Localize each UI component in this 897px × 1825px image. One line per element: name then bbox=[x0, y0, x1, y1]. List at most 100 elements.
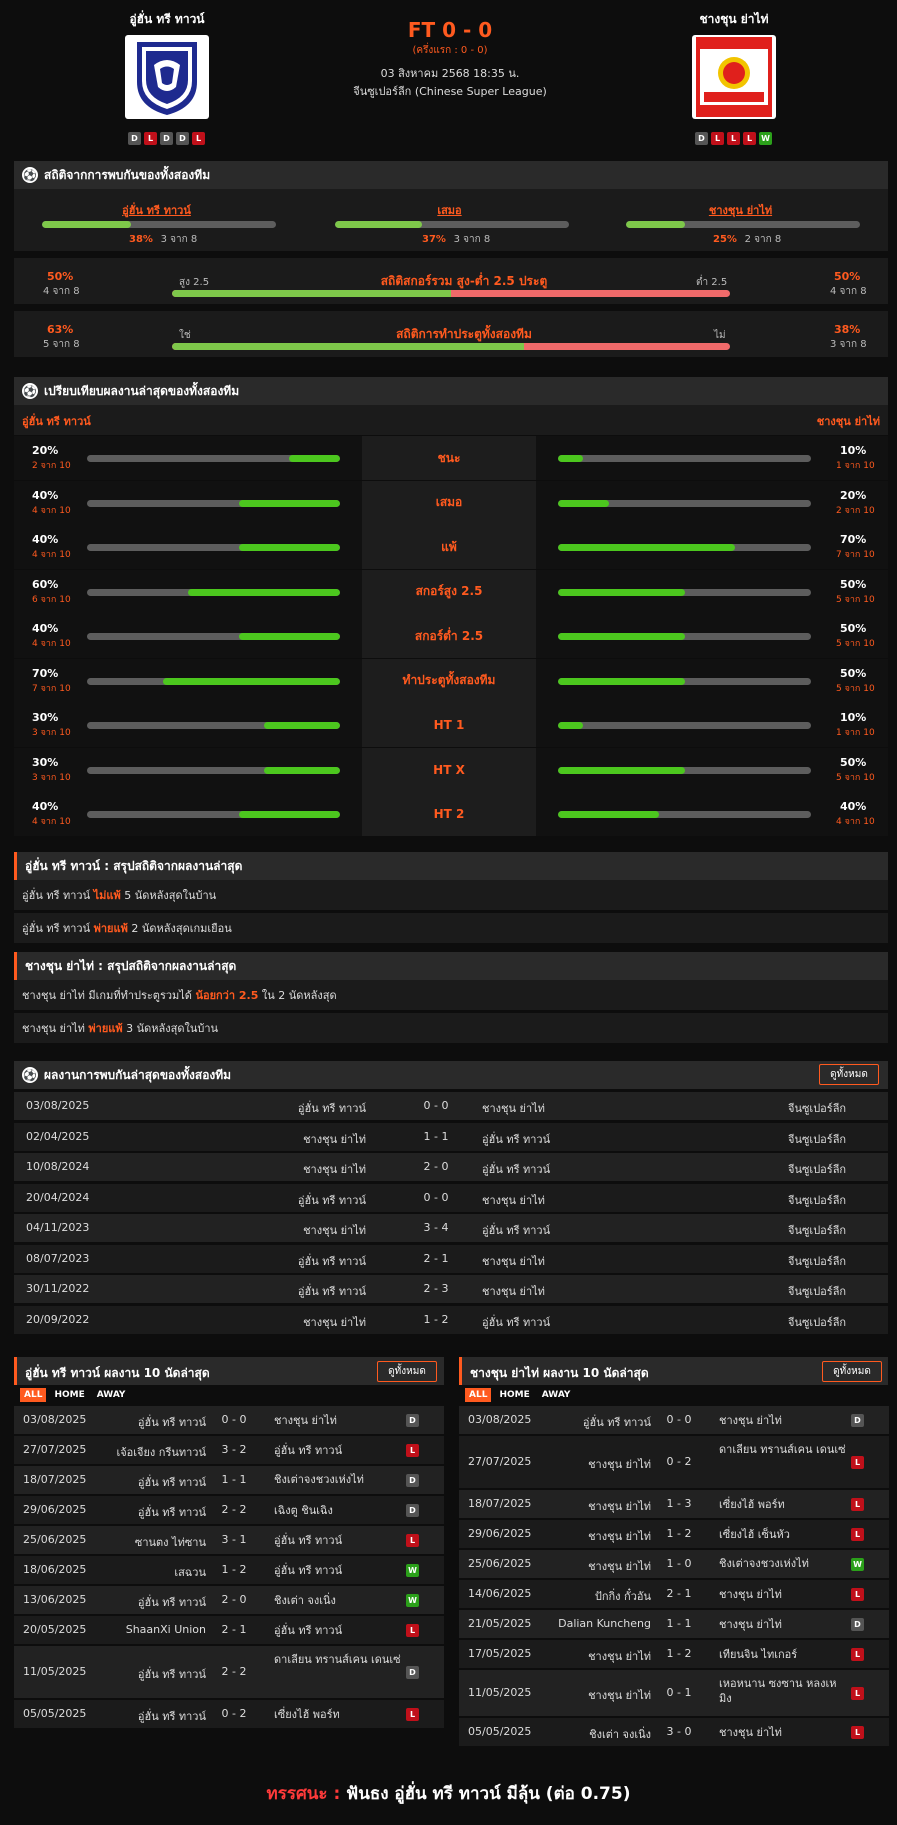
match-home-team[interactable]: ชางชุน ย่าไท่ bbox=[588, 1527, 651, 1545]
match-away-team[interactable]: ชิงเต่าจงชวงเห่งไท่ bbox=[274, 1472, 404, 1487]
match-home-team[interactable]: อู่ฮั่น ทรี ทาวน์ bbox=[138, 1593, 206, 1611]
match-away-team[interactable]: เทียนจิน ไทเกอร์ bbox=[719, 1647, 849, 1662]
match-away-team[interactable]: เซี่ยงไฮ้ เซ็นหัว bbox=[719, 1527, 849, 1542]
tab-all[interactable]: ALL bbox=[20, 1388, 47, 1402]
match-row[interactable]: 14/06/2025 ปักกิ่ง กั๋วอัน 2 - 1 ชางชุน ย่า… bbox=[459, 1580, 889, 1608]
match-row[interactable]: 05/05/2025 ชิงเต่า จงเนิ่ง 3 - 0 ชางชุน ย่า… bbox=[459, 1718, 889, 1746]
h2h-home-team[interactable]: อู่ฮั่น ทรี ทาวน์ bbox=[298, 1282, 366, 1300]
match-row[interactable]: 03/08/2025 อู่ฮั่น ทรี ทาวน์ 0 - 0 ชางชุน ย… bbox=[14, 1406, 444, 1434]
league-name[interactable]: จีนซูเปอร์ลีก (Chinese Super League) bbox=[300, 82, 600, 100]
last10-away-view-all-button[interactable]: ดูทั้งหมด bbox=[822, 1361, 882, 1382]
tab-home[interactable]: HOME bbox=[50, 1388, 88, 1402]
home-team-logo[interactable] bbox=[125, 35, 209, 119]
h2h-home-team[interactable]: อู่ฮั่น ทรี ทาวน์ bbox=[298, 1099, 366, 1117]
match-away-team[interactable]: ชางชุน ย่าไท่ bbox=[719, 1617, 849, 1632]
match-row[interactable]: 25/06/2025 ซานตง ไท่ซาน 3 - 1 อู่ฮั่น ทรี ท… bbox=[14, 1526, 444, 1554]
h2h-row[interactable]: 20/04/2024 อู่ฮั่น ทรี ทาวน์ 0 - 0 ชางชุน ย… bbox=[14, 1183, 888, 1212]
tab-all[interactable]: ALL bbox=[465, 1388, 492, 1402]
match-home-team[interactable]: ShaanXi Union bbox=[126, 1623, 206, 1636]
match-away-team[interactable]: ชางชุน ย่าไท่ bbox=[719, 1725, 849, 1740]
match-home-team[interactable]: เจ้อเจียง กรีนทาวน์ bbox=[116, 1443, 206, 1461]
h2h-away-team[interactable]: อู่ฮั่น ทรี ทาวน์ bbox=[482, 1221, 550, 1239]
match-away-team[interactable]: ชางชุน ย่าไท่ bbox=[719, 1413, 849, 1428]
last10-home-view-all-button[interactable]: ดูทั้งหมด bbox=[377, 1361, 437, 1382]
match-home-team[interactable]: ปักกิ่ง กั๋วอัน bbox=[595, 1587, 651, 1605]
match-row[interactable]: 11/05/2025 ชางชุน ย่าไท่ 0 - 1 เหอหนาน ซงซา… bbox=[459, 1670, 889, 1716]
h2h-away-team[interactable]: อู่ฮั่น ทรี ทาวน์ bbox=[482, 1313, 550, 1331]
match-row[interactable]: 05/05/2025 อู่ฮั่น ทรี ทาวน์ 0 - 2 เซี่ยงไฮ… bbox=[14, 1700, 444, 1728]
match-home-team[interactable]: ชางชุน ย่าไท่ bbox=[588, 1557, 651, 1575]
h2h-away-team[interactable]: อู่ฮั่น ทรี ทาวน์ bbox=[482, 1130, 550, 1148]
h2h-home-team[interactable]: อู่ฮั่น ทรี ทาวน์ bbox=[298, 1252, 366, 1270]
match-away-team[interactable]: ดาเลียน ทรานส์เคน เดนเซ่ bbox=[719, 1442, 849, 1457]
match-away-team[interactable]: ดาเลียน ทรานส์เคน เดนเซ่ bbox=[274, 1652, 404, 1667]
match-home-team[interactable]: อู่ฮั่น ทรี ทาวน์ bbox=[138, 1473, 206, 1491]
match-away-team[interactable]: ชิงเต่า จงเนิ่ง bbox=[274, 1593, 404, 1608]
match-home-team[interactable]: ชางชุน ย่าไท่ bbox=[588, 1647, 651, 1665]
home-team-name[interactable]: อู่ฮั่น ทรี ทาวน์ bbox=[67, 10, 267, 29]
h2h-away-team[interactable]: ชางชุน ย่าไท่ bbox=[482, 1191, 545, 1209]
match-away-team[interactable]: เซี่ยงไฮ้ พอร์ท bbox=[719, 1497, 849, 1512]
h2h-view-all-button[interactable]: ดูทั้งหมด bbox=[819, 1064, 879, 1085]
match-row[interactable]: 18/06/2025 เสฉวน 1 - 2 อู่ฮั่น ทรี ทาวน์ W bbox=[14, 1556, 444, 1584]
match-home-team[interactable]: ซานตง ไท่ซาน bbox=[135, 1533, 206, 1551]
tab-away[interactable]: AWAY bbox=[93, 1388, 130, 1402]
match-home-team[interactable]: ชิงเต่า จงเนิ่ง bbox=[589, 1725, 651, 1743]
h2h-home-team[interactable]: ชางชุน ย่าไท่ bbox=[303, 1160, 366, 1178]
match-home-team[interactable]: ชางชุน ย่าไท่ bbox=[588, 1686, 651, 1704]
compare-away-name[interactable]: ชางชุน ย่าไท่ bbox=[817, 412, 880, 430]
h2h-row[interactable]: 08/07/2023 อู่ฮั่น ทรี ทาวน์ 2 - 1 ชางชุน ย… bbox=[14, 1244, 888, 1273]
h2h-row[interactable]: 30/11/2022 อู่ฮั่น ทรี ทาวน์ 2 - 3 ชางชุน ย… bbox=[14, 1275, 888, 1303]
h2h-home-team[interactable]: ชางชุน ย่าไท่ bbox=[303, 1130, 366, 1148]
match-away-team[interactable]: เหอหนาน ซงซาน หลงเหมิง bbox=[719, 1676, 849, 1706]
match-row[interactable]: 18/07/2025 อู่ฮั่น ทรี ทาวน์ 1 - 1 ชิงเต่าจ… bbox=[14, 1466, 444, 1494]
match-home-team[interactable]: อู่ฮั่น ทรี ทาวน์ bbox=[138, 1503, 206, 1521]
h2h-row[interactable]: 20/09/2022 ชางชุน ย่าไท่ 1 - 2 อู่ฮั่น ทรี … bbox=[14, 1305, 888, 1334]
match-home-team[interactable]: อู่ฮั่น ทรี ทาวน์ bbox=[138, 1413, 206, 1431]
match-home-team[interactable]: Dalian Kuncheng bbox=[558, 1617, 651, 1630]
match-home-team[interactable]: ชางชุน ย่าไท่ bbox=[588, 1455, 651, 1473]
match-home-team[interactable]: อู่ฮั่น ทรี ทาวน์ bbox=[138, 1707, 206, 1725]
match-away-team[interactable]: เซี่ยงไฮ้ พอร์ท bbox=[274, 1707, 404, 1722]
match-row[interactable]: 29/06/2025 อู่ฮั่น ทรี ทาวน์ 2 - 2 เฉิงตู ช… bbox=[14, 1496, 444, 1524]
h2h-row[interactable]: 10/08/2024 ชางชุน ย่าไท่ 2 - 0 อู่ฮั่น ทรี … bbox=[14, 1153, 888, 1181]
match-away-team[interactable]: อู่ฮั่น ทรี ทาวน์ bbox=[274, 1563, 404, 1578]
match-row[interactable]: 27/07/2025 ชางชุน ย่าไท่ 0 - 2 ดาเลียน ทราน… bbox=[459, 1436, 889, 1488]
match-away-team[interactable]: อู่ฮั่น ทรี ทาวน์ bbox=[274, 1623, 404, 1638]
away-team-logo[interactable] bbox=[692, 35, 776, 119]
away-team-name[interactable]: ชางชุน ย่าไท่ bbox=[634, 10, 834, 29]
h2h-away-team[interactable]: ชางชุน ย่าไท่ bbox=[482, 1252, 545, 1270]
h2h-home-team[interactable]: อู่ฮั่น ทรี ทาวน์ bbox=[298, 1191, 366, 1209]
h2h-row[interactable]: 04/11/2023 ชางชุน ย่าไท่ 3 - 4 อู่ฮั่น ทรี … bbox=[14, 1214, 888, 1242]
h2h-away-team[interactable]: อู่ฮั่น ทรี ทาวน์ bbox=[482, 1160, 550, 1178]
match-row[interactable]: 17/05/2025 ชางชุน ย่าไท่ 1 - 2 เทียนจิน ไทเ… bbox=[459, 1640, 889, 1668]
match-row[interactable]: 11/05/2025 อู่ฮั่น ทรี ทาวน์ 2 - 2 ดาเลียน … bbox=[14, 1646, 444, 1698]
match-row[interactable]: 18/07/2025 ชางชุน ย่าไท่ 1 - 3 เซี่ยงไฮ้ พอ… bbox=[459, 1490, 889, 1518]
match-row[interactable]: 29/06/2025 ชางชุน ย่าไท่ 1 - 2 เซี่ยงไฮ้ เซ… bbox=[459, 1520, 889, 1548]
match-away-team[interactable]: อู่ฮั่น ทรี ทาวน์ bbox=[274, 1533, 404, 1548]
match-row[interactable]: 25/06/2025 ชางชุน ย่าไท่ 1 - 0 ชิงเต่าจงชวง… bbox=[459, 1550, 889, 1578]
h2h-home-team[interactable]: ชางชุน ย่าไท่ bbox=[303, 1221, 366, 1239]
match-away-team[interactable]: ชางชุน ย่าไท่ bbox=[274, 1413, 404, 1428]
match-away-team[interactable]: ชางชุน ย่าไท่ bbox=[719, 1587, 849, 1602]
h2h-row[interactable]: 03/08/2025 อู่ฮั่น ทรี ทาวน์ 0 - 0 ชางชุน ย… bbox=[14, 1092, 888, 1120]
match-row[interactable]: 03/08/2025 อู่ฮั่น ทรี ทาวน์ 0 - 0 ชางชุน ย… bbox=[459, 1406, 889, 1434]
match-home-team[interactable]: เสฉวน bbox=[174, 1563, 206, 1581]
match-away-team[interactable]: เฉิงตู ชินเฉิง bbox=[274, 1503, 404, 1518]
h2h-away-team[interactable]: ชางชุน ย่าไท่ bbox=[482, 1282, 545, 1300]
match-row[interactable]: 13/06/2025 อู่ฮั่น ทรี ทาวน์ 2 - 0 ชิงเต่า … bbox=[14, 1586, 444, 1614]
match-away-team[interactable]: อู่ฮั่น ทรี ทาวน์ bbox=[274, 1443, 404, 1458]
match-row[interactable]: 21/05/2025 Dalian Kuncheng 1 - 1 ชางชุน ย่า… bbox=[459, 1610, 889, 1638]
tab-home[interactable]: HOME bbox=[495, 1388, 533, 1402]
h2h-row[interactable]: 02/04/2025 ชางชุน ย่าไท่ 1 - 1 อู่ฮั่น ทรี … bbox=[14, 1122, 888, 1151]
match-home-team[interactable]: ชางชุน ย่าไท่ bbox=[588, 1497, 651, 1515]
match-row[interactable]: 27/07/2025 เจ้อเจียง กรีนทาวน์ 3 - 2 อู่ฮั่… bbox=[14, 1436, 444, 1464]
compare-home-name[interactable]: อู่ฮั่น ทรี ทาวน์ bbox=[22, 412, 91, 430]
match-home-team[interactable]: อู่ฮั่น ทรี ทาวน์ bbox=[583, 1413, 651, 1431]
match-away-team[interactable]: ชิงเต่าจงชวงเห่งไท่ bbox=[719, 1556, 849, 1571]
h2h-home-team[interactable]: ชางชุน ย่าไท่ bbox=[303, 1313, 366, 1331]
tab-away[interactable]: AWAY bbox=[538, 1388, 575, 1402]
match-home-team[interactable]: อู่ฮั่น ทรี ทาวน์ bbox=[138, 1665, 206, 1683]
match-row[interactable]: 20/05/2025 ShaanXi Union 2 - 1 อู่ฮั่น ทรี … bbox=[14, 1616, 444, 1644]
h2h-away-team[interactable]: ชางชุน ย่าไท่ bbox=[482, 1099, 545, 1117]
